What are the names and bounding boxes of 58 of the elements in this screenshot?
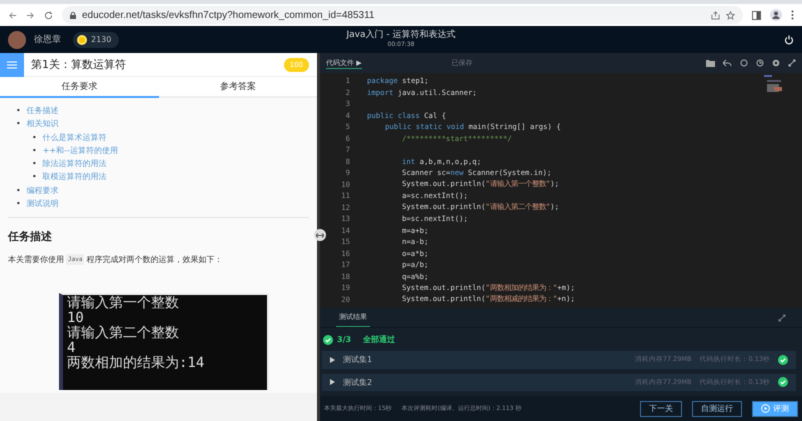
bullet: • [32,144,37,157]
bullet: • [32,171,37,184]
refresh-icon[interactable] [740,59,748,67]
action-button[interactable]: 下一关 [640,400,682,416]
task-title: 第1关：算数运算符 [31,57,126,72]
coin-icon [77,34,87,44]
section-heading: 任务描述 [8,229,53,244]
power-icon[interactable] [784,34,794,44]
bullet: • [32,158,37,170]
expand-arrow-icon [330,379,335,386]
coin-count: 2130 [91,35,112,44]
test-case-name: 测试集2 [343,376,372,388]
check-icon [323,334,333,344]
bullet: • [16,105,21,117]
console-line: 两数相加的结果为:14 [67,356,206,372]
profile-icon[interactable] [770,9,782,21]
tab[interactable]: 任务要求 [0,77,158,98]
tab[interactable]: 参考答案 [158,77,317,98]
bullet: • [16,184,21,197]
intro-text: 本关需要你使用 [8,254,64,266]
resize-icon [316,232,324,238]
console-line: 请输入第二个整数 [67,326,180,342]
reload-icon[interactable] [44,10,53,20]
course-title: Java入门 - 运算符和表达式 [346,28,456,41]
action-button[interactable]: 自测运行 [692,400,742,416]
folder-icon[interactable] [706,59,715,67]
lock-icon [70,12,76,18]
bullet: • [32,132,37,144]
user-avatar[interactable] [8,30,26,48]
test-case-name: 测试集1 [343,354,372,366]
console-line: 请输入第一个整数 [67,296,180,312]
console-line: 10 [67,311,84,326]
bullet: • [16,118,21,130]
bullet: • [16,198,21,210]
menu-icon [7,60,17,68]
fullscreen-icon[interactable] [788,59,796,67]
play-icon [761,404,770,413]
settings-icon[interactable] [772,59,780,67]
user-name: 徐恩章 [34,34,61,46]
forward-icon[interactable] [26,10,35,20]
sidebar-icon[interactable] [752,10,761,20]
history-icon[interactable] [756,59,764,67]
more-icon[interactable] [791,10,794,20]
menu-button[interactable] [0,52,24,76]
check-icon [778,354,788,365]
pass-count: 3/3 [337,335,352,344]
back-icon[interactable] [8,10,17,20]
pass-summary: 全部通过 [363,334,396,345]
expand-arrow-icon [330,356,335,363]
intro-text: 程序完成对两个数的运算，效果如下： [86,254,222,266]
url-text: educoder.net/tasks/evksfhn7ctpy?homework_common_id=485311 [82,10,374,20]
undo-icon[interactable] [723,59,732,67]
expand-icon[interactable] [778,314,786,322]
check-icon [778,377,788,388]
address-bar[interactable]: educoder.net/tasks/evksfhn7ctpy?homework_common_id=485311 [62,6,743,24]
console-line: 4 [67,341,76,356]
share-icon[interactable] [711,10,720,20]
star-icon[interactable] [726,10,735,20]
